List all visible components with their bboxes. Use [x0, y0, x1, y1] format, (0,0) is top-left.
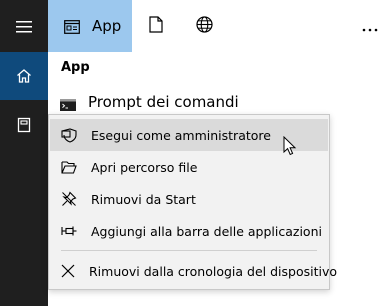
- result-item[interactable]: Prompt dei comandi: [48, 88, 392, 116]
- tab-documents[interactable]: [136, 0, 176, 52]
- menu-separator: [61, 250, 317, 251]
- search-filter-bar: App: [48, 0, 392, 52]
- menu-item-remove-from-history[interactable]: Rimuovi dalla cronologia del dispositivo: [50, 255, 337, 287]
- folder-open-icon: [61, 159, 77, 175]
- hamburger-menu-icon: [16, 21, 32, 33]
- menu-item-label: Apri percorso file: [91, 159, 198, 175]
- tab-app-label: App: [92, 17, 122, 35]
- command-prompt-icon: [60, 96, 76, 111]
- mouse-cursor-icon: [283, 135, 297, 160]
- tab-web[interactable]: [184, 0, 224, 52]
- menu-item-label: Esegui come amministratore: [91, 127, 271, 143]
- pin-icon: [61, 223, 77, 239]
- menu-item-pin-to-taskbar[interactable]: Aggiungi alla barra delle applicazioni: [50, 215, 328, 247]
- home-button[interactable]: [0, 52, 48, 100]
- menu-item-label: Rimuovi dalla cronologia del dispositivo: [89, 263, 338, 279]
- close-icon: [61, 263, 75, 279]
- home-icon: [16, 68, 32, 84]
- document-icon: [16, 117, 32, 133]
- result-item-label: Prompt dei comandi: [88, 93, 239, 111]
- shield-icon: [61, 127, 77, 143]
- app-window-icon: [64, 19, 80, 34]
- more-horizontal-icon: [362, 17, 378, 36]
- tab-app[interactable]: App: [48, 0, 132, 52]
- results-section-title: App: [61, 60, 90, 75]
- documents-rail-button[interactable]: [0, 101, 48, 149]
- hamburger-menu-button[interactable]: [0, 6, 48, 48]
- menu-item-label: Rimuovi da Start: [91, 191, 196, 207]
- document-outline-icon: [149, 15, 163, 37]
- globe-icon: [195, 15, 213, 37]
- more-options-button[interactable]: [350, 0, 390, 52]
- menu-item-label: Aggiungi alla barra delle applicazioni: [91, 223, 322, 239]
- unpin-icon: [61, 191, 77, 207]
- menu-item-unpin-from-start[interactable]: Rimuovi da Start: [50, 183, 328, 215]
- left-rail: [0, 0, 48, 306]
